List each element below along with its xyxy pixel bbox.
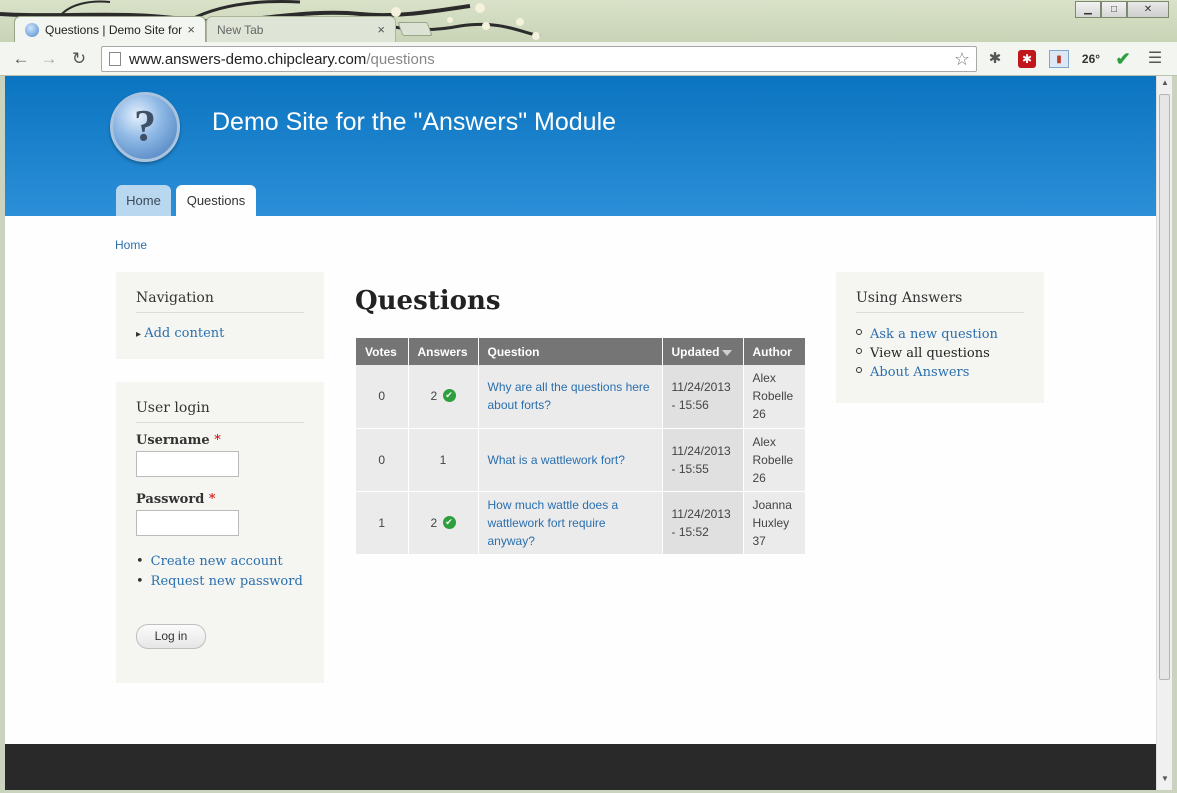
question-link[interactable]: How much wattle does a wattlework fort r… [488,498,619,548]
ask-question-link[interactable]: Ask a new question [856,327,1044,342]
site-name[interactable]: Demo Site for the "Answers" Module [212,108,616,137]
table-row: 0 1 What is a wattlework fort? 11/24/201… [356,428,806,492]
login-links: Create new account Request new password [136,554,324,589]
globe-icon [25,22,39,37]
author-cell: Joanna Huxley 37 [743,491,806,555]
tab-questions[interactable]: Questions | Demo Site for × [14,16,206,42]
address-bar[interactable]: www.answers-demo.chipcleary.com/question… [101,46,977,72]
about-answers-link[interactable]: About Answers [856,365,1044,380]
answers-cell: 2 ✔ [408,491,479,555]
back-icon[interactable]: ← [10,48,32,70]
tab-title: New Tab [217,22,264,37]
browser-toolbar: ← → ↻ www.answers-demo.chipcleary.com/qu… [0,42,1177,76]
maximize-button[interactable]: □ [1101,1,1127,18]
page-icon [109,52,121,66]
updated-cell: 11/24/2013 - 15:56 [662,365,744,429]
scroll-down-icon[interactable]: ▼ [1157,774,1173,788]
site-footer [5,744,1156,790]
block-title: User login [136,400,304,423]
questions-table: Votes Answers Question Updated Author 0 … [356,338,806,555]
question-cell: What is a wattlework fort? [478,428,663,492]
block-title: Navigation [136,290,304,313]
using-answers-block: Using Answers Ask a new question View al… [836,272,1044,403]
main-menu-questions[interactable]: Questions [176,185,256,216]
votes-cell: 0 [356,365,409,429]
using-answers-list: Ask a new question View all questions Ab… [856,327,1044,380]
question-link[interactable]: Why are all the questions here about for… [488,380,650,412]
weather-badge[interactable]: 26° [1078,50,1104,68]
username-label: Username * [136,433,221,448]
page-viewport: ? Demo Site for the "Answers" Module Hom… [5,76,1156,790]
answers-cell: 1 [408,428,479,492]
add-content-link[interactable]: Add content [136,326,324,341]
accepted-answer-icon: ✔ [442,389,456,403]
page-title: Questions [355,286,501,316]
votes-cell: 1 [356,491,409,555]
scroll-up-icon[interactable]: ▲ [1157,78,1173,92]
request-password-link[interactable]: Request new password [136,574,324,589]
accepted-answer-icon: ✔ [442,515,456,529]
forward-icon[interactable]: → [38,48,60,70]
column-header-votes[interactable]: Votes [356,338,409,365]
table-row: 1 2 ✔ How much wattle does a wattlework … [356,491,806,555]
question-cell: Why are all the questions here about for… [478,365,663,429]
block-title: Using Answers [856,290,1024,313]
navigation-block: Navigation Add content [116,272,324,359]
author-cell: Alex Robelle 26 [743,428,806,492]
close-window-button[interactable]: ✕ [1127,1,1169,18]
scrollbar-thumb[interactable] [1159,94,1170,680]
user-login-block: User login Username * Password * Create … [116,382,324,683]
create-account-link[interactable]: Create new account [136,554,324,569]
new-tab-button[interactable] [397,22,433,36]
minimize-button[interactable]: ▁ [1075,1,1101,18]
answers-cell: 2 ✔ [408,365,479,429]
column-header-answers[interactable]: Answers [408,338,479,365]
log-in-button[interactable]: Log in [136,624,206,649]
username-field[interactable] [136,451,239,477]
mail-icon[interactable]: ▮ [1049,50,1069,68]
extension-bug-icon[interactable]: ✱ [985,50,1005,68]
site-header: ? Demo Site for the "Answers" Module Hom… [5,76,1156,216]
breadcrumb[interactable]: Home [115,238,147,252]
table-row: 0 2 ✔ Why are all the questions here abo… [356,365,806,429]
question-link[interactable]: What is a wattlework fort? [488,453,625,467]
vertical-scrollbar[interactable]: ▲ ▼ [1156,76,1172,790]
reload-icon[interactable]: ↻ [68,48,90,70]
password-label: Password * [136,492,216,507]
sort-descending-icon [721,349,732,356]
updated-cell: 11/24/2013 - 15:55 [662,428,744,492]
lastpass-icon[interactable]: ✱ [1018,50,1036,68]
question-cell: How much wattle does a wattlework fort r… [478,491,663,555]
view-all-questions-link[interactable]: View all questions [856,346,1044,361]
url-text[interactable]: www.answers-demo.chipcleary.com/question… [129,51,954,68]
updated-cell: 11/24/2013 - 15:52 [662,491,744,555]
menu-icon[interactable]: ☰ [1145,50,1165,68]
author-cell: Alex Robelle 26 [743,365,806,429]
column-header-author[interactable]: Author [743,338,806,365]
votes-cell: 0 [356,428,409,492]
password-field[interactable] [136,510,239,536]
site-logo[interactable]: ? [110,92,180,162]
tab-title: Questions | Demo Site for [45,22,183,37]
tab-new-tab[interactable]: New Tab × [206,16,396,42]
bookmark-star-icon[interactable]: ☆ [954,49,970,70]
tab-close-icon[interactable]: × [377,22,385,37]
check-icon[interactable]: ✔ [1112,50,1134,68]
column-header-question[interactable]: Question [478,338,663,365]
column-header-updated[interactable]: Updated [662,338,744,365]
table-header-row: Votes Answers Question Updated Author [356,338,806,365]
tab-close-icon[interactable]: × [187,22,195,37]
main-menu-home[interactable]: Home [116,185,171,216]
